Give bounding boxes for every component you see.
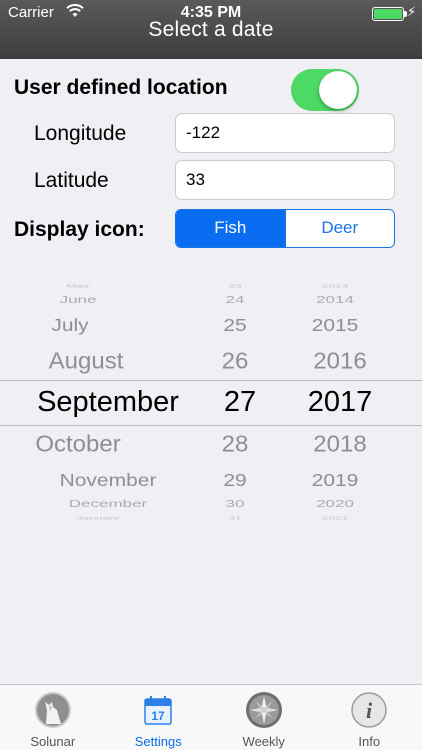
- tab-label: Settings: [134, 734, 182, 749]
- picker-year-option[interactable]: 2013: [290, 284, 380, 289]
- segment-deer[interactable]: Deer: [284, 210, 394, 247]
- picker-month-option[interactable]: May: [28, 284, 128, 289]
- nav-header: Carrier 4:35 PM ⚡ Select a date: [0, 0, 422, 59]
- tab-bar: Solunar 17 Settings Weekly i Info: [0, 684, 422, 750]
- info-icon: i: [351, 692, 387, 728]
- picker-day-option[interactable]: 28: [205, 432, 265, 459]
- toggle-knob: [319, 71, 357, 109]
- tab-settings[interactable]: 17 Settings: [106, 685, 212, 750]
- picker-month-option[interactable]: January: [38, 516, 158, 521]
- compass-icon: [245, 692, 282, 728]
- picker-day-option[interactable]: 30: [205, 498, 265, 510]
- picker-year-option[interactable]: 2016: [290, 349, 390, 376]
- picker-year-option[interactable]: 2019: [290, 471, 380, 491]
- picker-year-option[interactable]: 2020: [290, 498, 380, 510]
- picker-month-option[interactable]: June: [18, 294, 138, 306]
- picker-year-option[interactable]: 2018: [290, 432, 390, 459]
- date-picker[interactable]: May June July August September October N…: [0, 282, 422, 522]
- display-icon-label: Display icon:: [14, 218, 145, 241]
- page-title: Select a date: [148, 18, 274, 41]
- latitude-label: Latitude: [34, 169, 109, 192]
- picker-day-option[interactable]: 26: [205, 349, 265, 376]
- picker-day-selected[interactable]: 27: [205, 386, 275, 419]
- segment-fish[interactable]: Fish: [176, 210, 285, 247]
- picker-year-option[interactable]: 2014: [290, 294, 380, 306]
- picker-day-option[interactable]: 24: [205, 294, 265, 306]
- svg-text:i: i: [366, 698, 373, 723]
- picker-month-option[interactable]: December: [28, 498, 188, 510]
- picker-day-option[interactable]: 29: [205, 471, 265, 491]
- picker-year-selected[interactable]: 2017: [290, 386, 390, 419]
- user-location-label: User defined location: [14, 76, 228, 99]
- svg-text:17: 17: [152, 709, 166, 723]
- tab-info[interactable]: i Info: [317, 685, 422, 750]
- picker-month-option[interactable]: November: [28, 471, 188, 491]
- tab-label: Solunar: [30, 734, 76, 749]
- display-icon-segmented-control[interactable]: Fish Deer: [175, 209, 395, 248]
- latitude-field[interactable]: 33: [175, 160, 395, 200]
- picker-day-option[interactable]: 23: [205, 284, 265, 289]
- picker-year-option[interactable]: 2015: [290, 316, 380, 336]
- longitude-label: Longitude: [34, 122, 127, 145]
- calendar-icon: 17: [144, 696, 172, 725]
- wolf-moon-icon: [34, 692, 71, 728]
- picker-month-selected[interactable]: September: [18, 386, 198, 419]
- tab-label: Weekly: [242, 734, 285, 749]
- picker-month-option[interactable]: October: [8, 432, 148, 459]
- picker-day-option[interactable]: 25: [205, 316, 265, 336]
- tab-solunar[interactable]: Solunar: [0, 685, 106, 750]
- user-location-toggle[interactable]: [291, 69, 359, 111]
- picker-year-option[interactable]: 2021: [290, 516, 380, 521]
- picker-month-option[interactable]: August: [6, 349, 166, 376]
- tab-weekly[interactable]: Weekly: [211, 685, 317, 750]
- longitude-field[interactable]: -122: [175, 113, 395, 153]
- picker-day-option[interactable]: 31: [205, 516, 265, 521]
- picker-month-option[interactable]: July: [10, 316, 130, 336]
- tab-label: Info: [358, 734, 381, 749]
